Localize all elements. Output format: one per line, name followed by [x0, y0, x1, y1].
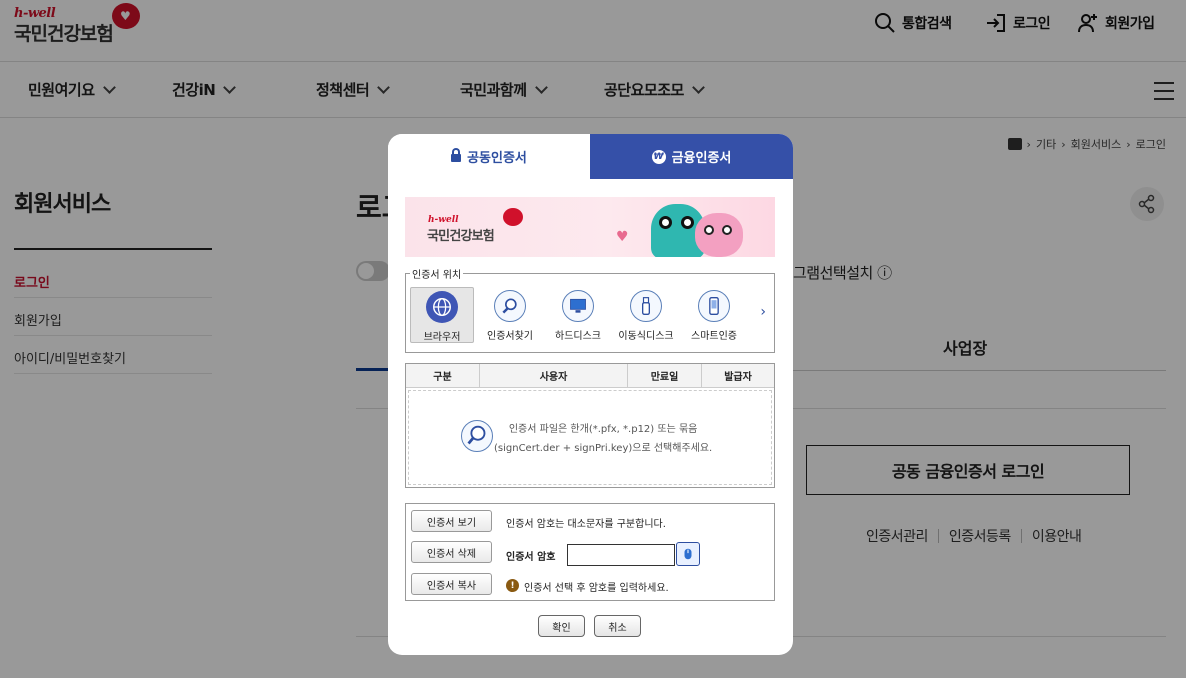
column-header[interactable]: 구분	[406, 364, 480, 387]
banner-hwell: h-well	[428, 215, 459, 225]
column-header[interactable]: 만료일	[628, 364, 702, 387]
location-label: 인증서찾기	[487, 331, 533, 342]
banner-name: 국민건강보험	[427, 229, 495, 244]
won-icon: ₩	[651, 149, 666, 164]
brand-banner: h-well 국민건강보험 ♥	[405, 197, 775, 257]
cert-table: 구분 사용자 만료일 발급자 인증서 파일은 한개(*.pfx, *.p12) …	[405, 363, 775, 488]
cert-table-header: 구분 사용자 만료일 발급자	[406, 364, 774, 388]
lock-icon	[451, 148, 462, 162]
heart-icon: ♥	[616, 229, 629, 245]
cert-location-group: 인증서 위치 브라우저 인증서찾기 하드디스크 이동식디스크 스마트인증 ›	[405, 266, 775, 353]
chevron-right-icon[interactable]: ›	[760, 304, 766, 320]
cert-location-label: 인증서 위치	[410, 266, 464, 281]
location-label: 하드디스크	[555, 331, 601, 342]
delete-cert-button[interactable]: 인증서 삭제	[411, 541, 492, 563]
copy-cert-button[interactable]: 인증서 복사	[411, 573, 492, 595]
magnifier-icon	[494, 290, 526, 322]
location-label: 스마트인증	[691, 331, 737, 342]
monitor-icon	[562, 290, 594, 322]
location-browser[interactable]: 브라우저	[410, 287, 474, 343]
empty-message-line: 인증서 파일은 한개(*.pfx, *.p12) 또는 묶음	[508, 424, 698, 435]
confirm-button[interactable]: 확인	[538, 615, 585, 637]
case-note: 인증서 암호는 대소문자를 구분합니다.	[506, 519, 666, 530]
mascot-character	[695, 213, 743, 257]
view-cert-button[interactable]: 인증서 보기	[411, 510, 492, 532]
cancel-button[interactable]: 취소	[594, 615, 641, 637]
location-smart-auth[interactable]: 스마트인증	[682, 287, 746, 343]
cert-table-body[interactable]: 인증서 파일은 한개(*.pfx, *.p12) 또는 묶음 (signCert…	[408, 390, 772, 485]
mouse-icon	[684, 548, 692, 560]
heart-logo-icon	[503, 208, 523, 226]
column-header[interactable]: 사용자	[480, 364, 628, 387]
secure-keyboard-button[interactable]	[676, 542, 700, 566]
column-header[interactable]: 발급자	[702, 364, 774, 387]
certificate-dialog: 공동인증서 ₩ 금융인증서 h-well 국민건강보험 ♥ 인증서 위치 브라우…	[388, 134, 793, 655]
smartphone-icon	[698, 290, 730, 322]
location-label: 브라우저	[423, 332, 461, 343]
tab-label: 금융인증서	[671, 151, 732, 166]
location-hard-disk[interactable]: 하드디스크	[546, 287, 610, 343]
usb-icon	[630, 290, 662, 322]
location-label: 이동식디스크	[618, 331, 674, 342]
location-find-cert[interactable]: 인증서찾기	[478, 287, 542, 343]
empty-message: 인증서 파일은 한개(*.pfx, *.p12) 또는 묶음 (signCert…	[494, 420, 712, 458]
warning-icon: !	[506, 579, 519, 592]
password-section: 인증서 보기 인증서 삭제 인증서 복사 인증서 암호는 대소문자를 구분합니다…	[405, 503, 775, 601]
password-label: 인증서 암호	[506, 552, 556, 563]
magnifier-icon	[461, 420, 493, 452]
tab-label: 공동인증서	[467, 151, 527, 166]
empty-message-line: (signCert.der + signPri.key)으로 선택해주세요.	[494, 443, 713, 454]
location-removable-disk[interactable]: 이동식디스크	[614, 287, 678, 343]
password-input[interactable]	[567, 544, 675, 566]
tab-common-cert[interactable]: 공동인증서	[388, 134, 590, 179]
globe-icon	[426, 291, 458, 323]
tab-financial-cert[interactable]: ₩ 금융인증서	[590, 134, 793, 179]
password-hint: 인증서 선택 후 암호를 입력하세요.	[524, 583, 669, 594]
